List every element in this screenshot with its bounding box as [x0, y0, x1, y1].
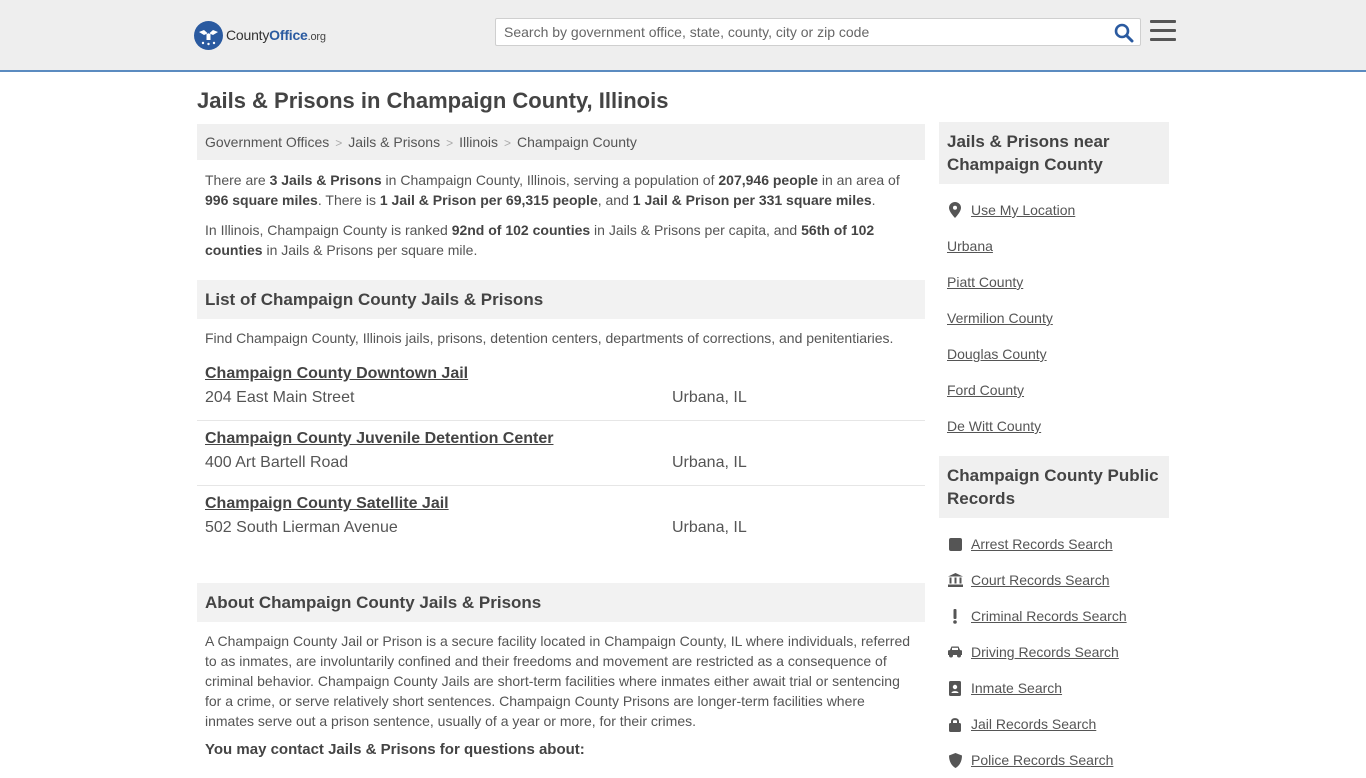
breadcrumb-government-offices[interactable]: Government Offices [205, 134, 329, 150]
list-description: Find Champaign County, Illinois jails, p… [205, 330, 894, 346]
area: 996 square miles [205, 192, 318, 208]
office-address: 502 South Lierman Avenue [205, 519, 398, 536]
page-title: Jails & Prisons in Champaign County, Ill… [197, 88, 669, 113]
list-heading: List of Champaign County Jails & Prisons [197, 280, 925, 319]
list-item: Champaign County Juvenile Detention Cent… [197, 421, 925, 486]
intro-text: in Champaign County, Illinois, serving a… [381, 172, 719, 188]
nearby-link-urbana[interactable]: Urbana [947, 238, 993, 254]
id-badge-icon [947, 680, 963, 696]
criminal-records-link[interactable]: Criminal Records Search [971, 608, 1127, 624]
jail-records-link[interactable]: Jail Records Search [971, 716, 1096, 732]
logo-text: CountyOffice.org [226, 27, 326, 43]
intro-text: . There is [317, 192, 380, 208]
use-my-location-link[interactable]: Use My Location [971, 202, 1075, 218]
main-content: Government Offices > Jails & Prisons > Illin… [197, 124, 925, 758]
driving-records-link[interactable]: Driving Records Search [971, 644, 1119, 660]
list-item: Champaign County Satellite Jail 502 Sout… [197, 486, 925, 551]
search-input[interactable] [496, 19, 1096, 45]
arrest-records-link[interactable]: Arrest Records Search [971, 536, 1113, 552]
car-icon [947, 644, 963, 660]
intro-text: in Jails & Prisons per capita, and [590, 222, 802, 238]
nearby-item-use-my-location: Use My Location [947, 192, 1161, 228]
per-area: 1 Jail & Prison per 331 square miles [632, 192, 872, 208]
logo-eagle-icon [194, 20, 223, 50]
records-item: Court Records Search [947, 562, 1161, 598]
office-address: 204 East Main Street [205, 389, 355, 406]
chevron-right-icon: > [504, 136, 512, 150]
nearby-link-vermilion-county[interactable]: Vermilion County [947, 310, 1053, 326]
nearby-link-douglas-county[interactable]: Douglas County [947, 346, 1047, 362]
location-pin-icon [947, 202, 963, 218]
nearby-item: De Witt County [947, 408, 1161, 444]
nearby-link-de-witt-county[interactable]: De Witt County [947, 418, 1041, 434]
records-item: Inmate Search [947, 670, 1161, 706]
intro-text: There are [205, 172, 270, 188]
breadcrumb: Government Offices > Jails & Prisons > Illin… [197, 124, 925, 160]
records-item: Driving Records Search [947, 634, 1161, 670]
per-capita: 1 Jail & Prison per 69,315 people [379, 192, 598, 208]
office-name-link[interactable]: Champaign County Downtown Jail [205, 365, 468, 383]
records-item: Arrest Records Search [947, 526, 1161, 562]
office-name-link[interactable]: Champaign County Satellite Jail [205, 495, 449, 513]
shield-icon [947, 752, 963, 768]
intro-text: In Illinois, Champaign County is ranked [205, 222, 452, 238]
about-heading: About Champaign County Jails & Prisons [197, 583, 925, 622]
courthouse-icon [947, 572, 963, 588]
lock-icon [947, 716, 963, 732]
site-header: CountyOffice.org [0, 0, 1366, 72]
square-icon [947, 536, 963, 552]
office-city: Urbana, IL [672, 389, 747, 406]
search-icon[interactable] [1114, 23, 1134, 43]
nearby-list: Use My Location Urbana Piatt County Verm… [939, 192, 1169, 444]
intro-paragraph-1: There are 3 Jails & Prisons in Champaign… [197, 170, 925, 210]
contact-heading: You may contact Jails & Prisons for ques… [205, 741, 585, 758]
sidebar: Jails & Prisons near Champaign County Us… [939, 122, 1169, 778]
intro-text: in Jails & Prisons per square mile. [262, 242, 478, 258]
office-list: Champaign County Downtown Jail 204 East … [197, 356, 925, 551]
nearby-item: Douglas County [947, 336, 1161, 372]
inmate-search-link[interactable]: Inmate Search [971, 680, 1062, 696]
nearby-item: Urbana [947, 228, 1161, 264]
intro-text: . [871, 192, 876, 208]
office-count: 3 Jails & Prisons [269, 172, 382, 188]
breadcrumb-illinois[interactable]: Illinois [459, 134, 498, 150]
records-item: Police Records Search [947, 742, 1161, 778]
intro-text: , and [597, 192, 633, 208]
breadcrumb-jails-prisons[interactable]: Jails & Prisons [348, 134, 440, 150]
records-item: Criminal Records Search [947, 598, 1161, 634]
nearby-item: Piatt County [947, 264, 1161, 300]
records-heading: Champaign County Public Records [939, 456, 1169, 518]
nearby-link-ford-county[interactable]: Ford County [947, 382, 1024, 398]
records-item: Jail Records Search [947, 706, 1161, 742]
nearby-item: Vermilion County [947, 300, 1161, 336]
chevron-right-icon: > [446, 136, 454, 150]
police-records-link[interactable]: Police Records Search [971, 752, 1113, 768]
hamburger-menu-icon[interactable] [1150, 20, 1176, 42]
breadcrumb-champaign-county[interactable]: Champaign County [517, 134, 637, 150]
nearby-item: Ford County [947, 372, 1161, 408]
intro-text: in an area of [818, 172, 900, 188]
about-text: A Champaign County Jail or Prison is a s… [205, 633, 911, 729]
office-address: 400 Art Bartell Road [205, 454, 349, 471]
site-logo[interactable]: CountyOffice.org [194, 20, 326, 50]
capita-rank: 92nd of 102 counties [451, 222, 591, 238]
nearby-link-piatt-county[interactable]: Piatt County [947, 274, 1023, 290]
office-city: Urbana, IL [672, 519, 747, 536]
office-city: Urbana, IL [672, 454, 747, 471]
exclamation-icon [947, 608, 963, 624]
population: 207,946 people [718, 172, 818, 188]
chevron-right-icon: > [335, 136, 343, 150]
office-name-link[interactable]: Champaign County Juvenile Detention Cent… [205, 430, 553, 448]
nearby-heading: Jails & Prisons near Champaign County [939, 122, 1169, 184]
search-box [495, 18, 1141, 46]
intro-paragraph-2: In Illinois, Champaign County is ranked … [197, 220, 925, 260]
list-item: Champaign County Downtown Jail 204 East … [197, 356, 925, 421]
records-list: Arrest Records Search Court Records Sear… [939, 526, 1169, 778]
court-records-link[interactable]: Court Records Search [971, 572, 1110, 588]
